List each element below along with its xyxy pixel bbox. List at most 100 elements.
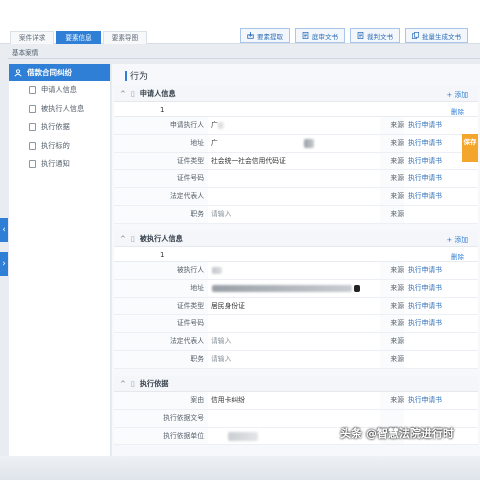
respondent-legal-rep-field[interactable]: 请输入: [208, 333, 380, 350]
field-label: 法定代表人: [114, 333, 208, 350]
field-placeholder: 请输入: [211, 209, 232, 218]
trial-documents-button[interactable]: 庭审文书: [295, 28, 345, 43]
field-label: 案由: [114, 392, 208, 409]
document-icon: [302, 32, 309, 39]
tab-element-info[interactable]: 要素信息: [56, 31, 101, 44]
respondent-name-field[interactable]: [208, 262, 380, 279]
section-doc-icon: ▯: [130, 234, 135, 243]
sidebar-item-target[interactable]: 执行标的: [9, 137, 110, 156]
judgment-documents-button[interactable]: 裁判文书: [350, 28, 400, 43]
source-label: 来源: [380, 350, 404, 368]
respondent-section-header[interactable]: ^ ▯ 被执行人信息 + 添加: [114, 231, 478, 247]
sidebar-item-applicant[interactable]: 申请人信息: [9, 81, 110, 100]
source-doc-link[interactable]: 执行申请书: [404, 280, 478, 297]
field-label: 职务: [114, 205, 208, 223]
field-label: 职务: [114, 350, 208, 368]
field-value: 信用卡纠纷: [211, 396, 245, 404]
field-label: 被执行人: [114, 262, 208, 279]
batch-generate-label: 批量生成文书: [422, 32, 461, 41]
add-respondent-button[interactable]: + 添加: [447, 234, 468, 244]
batch-generate-button[interactable]: 批量生成文书: [405, 28, 468, 43]
bottom-band: [0, 456, 480, 480]
page-title-text: 行为: [130, 72, 149, 82]
table-row: 证件类型 社会统一社会信用代码证 来源 执行申请书: [114, 152, 478, 171]
applicant-section: ^ ▯ 申请人信息 + 添加 1 删除 申请执行人广来源 执行申请书 地址广来源执…: [114, 86, 478, 224]
source-doc-link[interactable]: 执行申请书: [404, 188, 478, 205]
chevron-up-icon[interactable]: ^: [120, 90, 126, 98]
respondent-position-field[interactable]: 请输入: [208, 351, 380, 368]
page-title: 行为: [125, 69, 148, 82]
source-doc-link[interactable]: [404, 351, 478, 368]
redacted-blur: [218, 122, 224, 129]
applicant-index-row: 1 删除: [114, 102, 478, 117]
source-label: 来源: [380, 333, 404, 350]
respondent-section: ^ ▯ 被执行人信息 + 添加 1 删除 被执行人 来源 执行申请书 地址 来源 执行申…: [114, 231, 478, 369]
document-icon: [29, 86, 36, 95]
applicant-section-header[interactable]: ^ ▯ 申请人信息 + 添加: [114, 86, 478, 102]
save-side-button[interactable]: 保存: [462, 134, 478, 162]
tab-element-map[interactable]: 要素导图: [102, 31, 148, 44]
source-doc-link[interactable]: 执行申请书: [404, 298, 478, 315]
field-label: 地址: [114, 279, 208, 297]
document-icon: [29, 123, 36, 132]
source-doc-link[interactable]: 执行申请书: [404, 262, 478, 279]
sidebar-item-notice[interactable]: 执行通知: [9, 155, 110, 174]
collapse-left-arrow[interactable]: ‹: [0, 218, 8, 242]
table-row: 申请执行人广 来源 执行申请书: [114, 117, 478, 135]
field-value: 广: [211, 121, 218, 129]
applicant-id-type-field[interactable]: 社会统一社会信用代码证: [208, 153, 380, 170]
source-doc-link[interactable]: 执行申请书: [404, 392, 478, 409]
basis-section-title: 执行依据: [139, 378, 169, 388]
redacted-blur: [228, 431, 258, 441]
basic-case-label: 基本案情: [12, 49, 39, 57]
table-row: 证件号码 来源 执行申请书: [114, 170, 478, 189]
extract-elements-label: 要素提取: [257, 32, 283, 41]
respondent-id-type-field[interactable]: 居民身份证: [208, 298, 380, 315]
trial-documents-label: 庭审文书: [312, 32, 338, 41]
delete-applicant-button[interactable]: 删除: [451, 106, 464, 116]
add-applicant-button[interactable]: + 添加: [447, 89, 468, 99]
applicant-position-field[interactable]: 请输入: [208, 206, 380, 223]
tab-bar: 案件详求 要素信息 要素导图: [10, 31, 148, 45]
respondent-index: 1: [160, 251, 165, 259]
applicant-name-field[interactable]: 广: [208, 117, 380, 134]
table-row: 证件类型 居民身份证 来源 执行申请书: [114, 297, 478, 316]
extract-elements-button[interactable]: 要素提取: [240, 28, 290, 43]
applicant-address-field[interactable]: 广: [208, 135, 380, 152]
document-icon: [29, 160, 36, 169]
sidebar-item-respondent[interactable]: 被执行人信息: [9, 100, 110, 119]
respondent-id-number-field[interactable]: [208, 315, 380, 332]
applicant-index: 1: [160, 106, 165, 114]
section-doc-icon: ▯: [130, 89, 135, 98]
applicant-legal-rep-field[interactable]: [208, 188, 380, 205]
chevron-up-icon[interactable]: ^: [120, 235, 126, 243]
applicant-id-number-field[interactable]: [208, 170, 380, 187]
expand-right-arrow[interactable]: ›: [0, 252, 8, 276]
case-cause-field[interactable]: 信用卡纠纷: [208, 392, 380, 409]
source-doc-link[interactable]: 执行申请书: [404, 170, 478, 187]
redacted-blur: [354, 284, 360, 292]
source-doc-link[interactable]: [404, 206, 478, 223]
field-value: 居民身份证: [211, 301, 245, 310]
table-row: 职务 请输入 来源: [114, 205, 478, 224]
respondent-index-row: 1 删除: [114, 247, 478, 262]
table-row: 被执行人 来源 执行申请书: [114, 262, 478, 280]
source-label: 来源: [380, 152, 404, 170]
basis-section-header[interactable]: ^ ▯ 执行依据: [114, 376, 478, 392]
top-toolbar: 案件详求 要素信息 要素导图 要素提取 庭审文书 裁判文书 批量生成文书: [0, 0, 480, 44]
sidebar-item-basis[interactable]: 执行依据: [9, 118, 110, 137]
source-label: 来源: [380, 170, 404, 188]
tab-case-detail[interactable]: 案件详求: [10, 31, 55, 44]
source-label: 来源: [380, 117, 404, 134]
source-label: 来源: [380, 188, 404, 205]
batch-icon: [412, 32, 419, 39]
sidebar-item-label: 执行依据: [41, 122, 70, 132]
source-doc-link[interactable]: [404, 333, 478, 350]
applicant-section-title: 申请人信息: [139, 88, 176, 98]
source-doc-link[interactable]: 执行申请书: [404, 315, 478, 332]
respondent-address-field[interactable]: [208, 280, 380, 297]
source-doc-link[interactable]: 执行申请书: [404, 117, 478, 134]
chevron-up-icon[interactable]: ^: [120, 380, 126, 388]
delete-respondent-button[interactable]: 删除: [451, 251, 464, 261]
sidebar-head[interactable]: 借款合同纠纷: [9, 64, 110, 81]
